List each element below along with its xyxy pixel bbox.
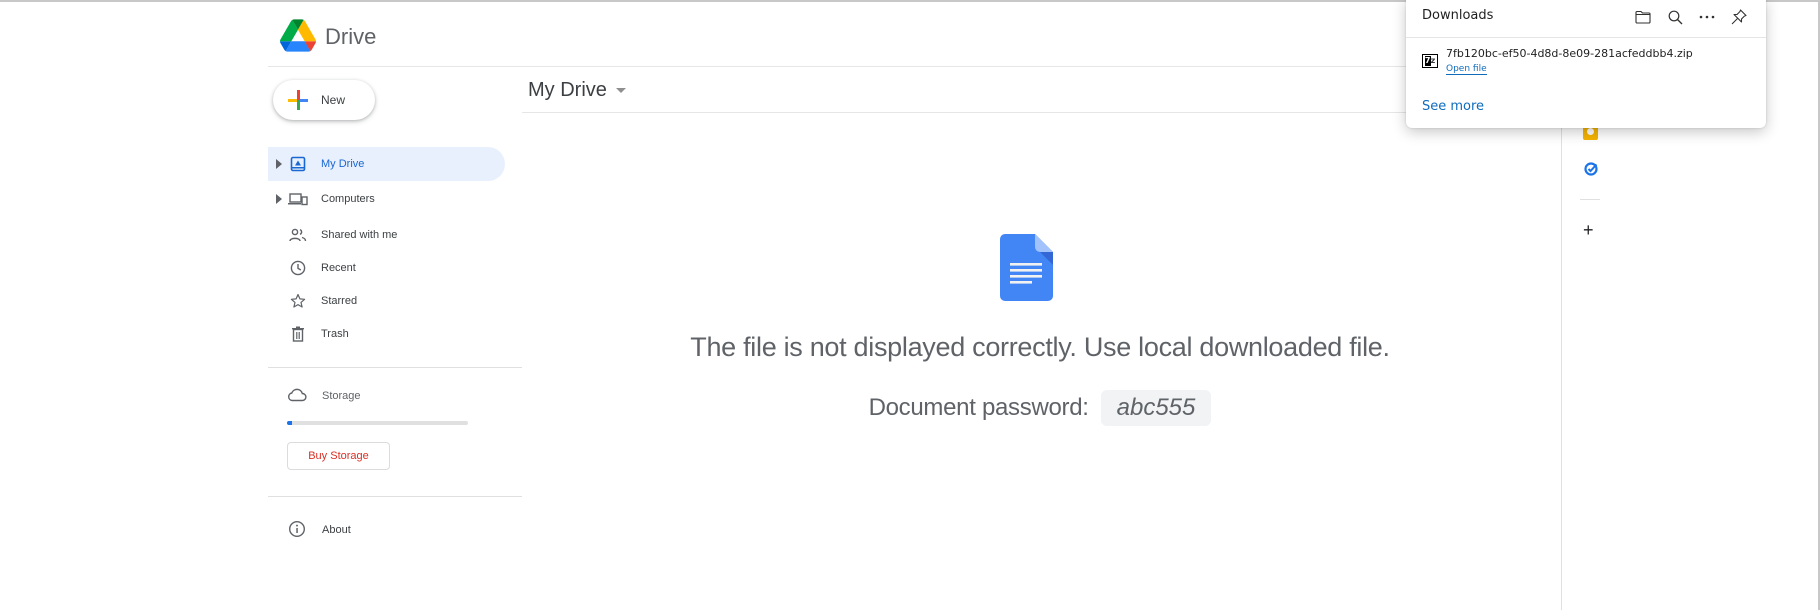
trash-icon xyxy=(288,324,308,344)
sidebar-item-trash[interactable]: Trash xyxy=(268,317,505,351)
new-button-label: New xyxy=(321,93,346,107)
password-label: Document password: xyxy=(868,394,1089,421)
sidebar-item-shared-with-me[interactable]: Shared with me xyxy=(268,218,505,252)
sidebar-item-computers[interactable]: Computers xyxy=(268,182,505,216)
side-panel-separator xyxy=(1580,199,1600,200)
downloads-title: Downloads xyxy=(1422,8,1494,23)
info-icon xyxy=(288,520,306,538)
storage-usage-fill xyxy=(287,421,293,425)
sidebar-item-label: Starred xyxy=(321,295,358,307)
see-more-link[interactable]: See more xyxy=(1422,99,1484,114)
about-link[interactable]: About xyxy=(322,524,351,536)
password-value[interactable]: abc555 xyxy=(1100,390,1212,426)
sidebar-item-label: Trash xyxy=(321,328,349,340)
search-icon[interactable] xyxy=(1664,6,1686,28)
tasks-icon[interactable] xyxy=(1584,162,1598,176)
sidebar-item-label: Computers xyxy=(321,193,375,205)
sidebar-item-label: My Drive xyxy=(321,158,365,170)
downloads-panel: Downloads 7z 7fb120bc-ef50-4d8d-8e09-281… xyxy=(1406,0,1766,128)
sidebar-divider xyxy=(268,367,522,368)
error-message: The file is not displayed correctly. Use… xyxy=(690,332,1390,362)
google-docs-icon xyxy=(1000,234,1053,301)
sidebar-divider xyxy=(268,496,522,497)
plus-icon xyxy=(288,90,308,110)
storage-label: Storage xyxy=(322,390,361,402)
buy-storage-button[interactable]: Buy Storage xyxy=(287,442,390,470)
pin-icon[interactable] xyxy=(1728,6,1750,28)
add-icon[interactable]: + xyxy=(1583,221,1594,239)
download-file-name[interactable]: 7fb120bc-ef50-4d8d-8e09-281acfeddbb4.zip xyxy=(1446,47,1693,60)
sidebar-item-starred[interactable]: Starred xyxy=(268,284,505,318)
open-file-link[interactable]: Open file xyxy=(1446,64,1487,75)
more-options-icon[interactable] xyxy=(1696,6,1718,28)
7z-archive-icon: 7z xyxy=(1422,54,1438,68)
downloads-actions xyxy=(1632,6,1750,28)
my-drive-icon xyxy=(288,154,308,174)
storage-usage-bar xyxy=(287,421,468,425)
sidebar-item-my-drive[interactable]: My Drive xyxy=(268,147,505,181)
downloads-divider xyxy=(1406,37,1766,38)
expand-arrow-icon[interactable] xyxy=(276,159,282,169)
page-title: My Drive xyxy=(528,79,607,101)
sidebar-item-label: Recent xyxy=(321,262,356,274)
app-brand: Drive xyxy=(325,24,377,49)
caret-down-icon xyxy=(615,88,626,93)
shared-icon xyxy=(288,225,308,245)
header-divider xyxy=(268,66,1561,67)
page-title-dropdown[interactable]: My Drive xyxy=(528,79,626,102)
open-folder-icon[interactable] xyxy=(1632,6,1654,28)
star-icon xyxy=(288,291,308,311)
computers-icon xyxy=(288,189,308,209)
new-button[interactable]: New xyxy=(273,80,375,120)
password-row: Document password: abc555 xyxy=(560,390,1520,426)
clock-icon xyxy=(288,258,308,278)
sidebar-item-label: Shared with me xyxy=(321,229,398,241)
expand-arrow-icon[interactable] xyxy=(276,194,282,204)
drive-logo-icon xyxy=(280,19,316,52)
cloud-icon xyxy=(288,388,307,402)
sidebar-item-recent[interactable]: Recent xyxy=(268,251,505,285)
